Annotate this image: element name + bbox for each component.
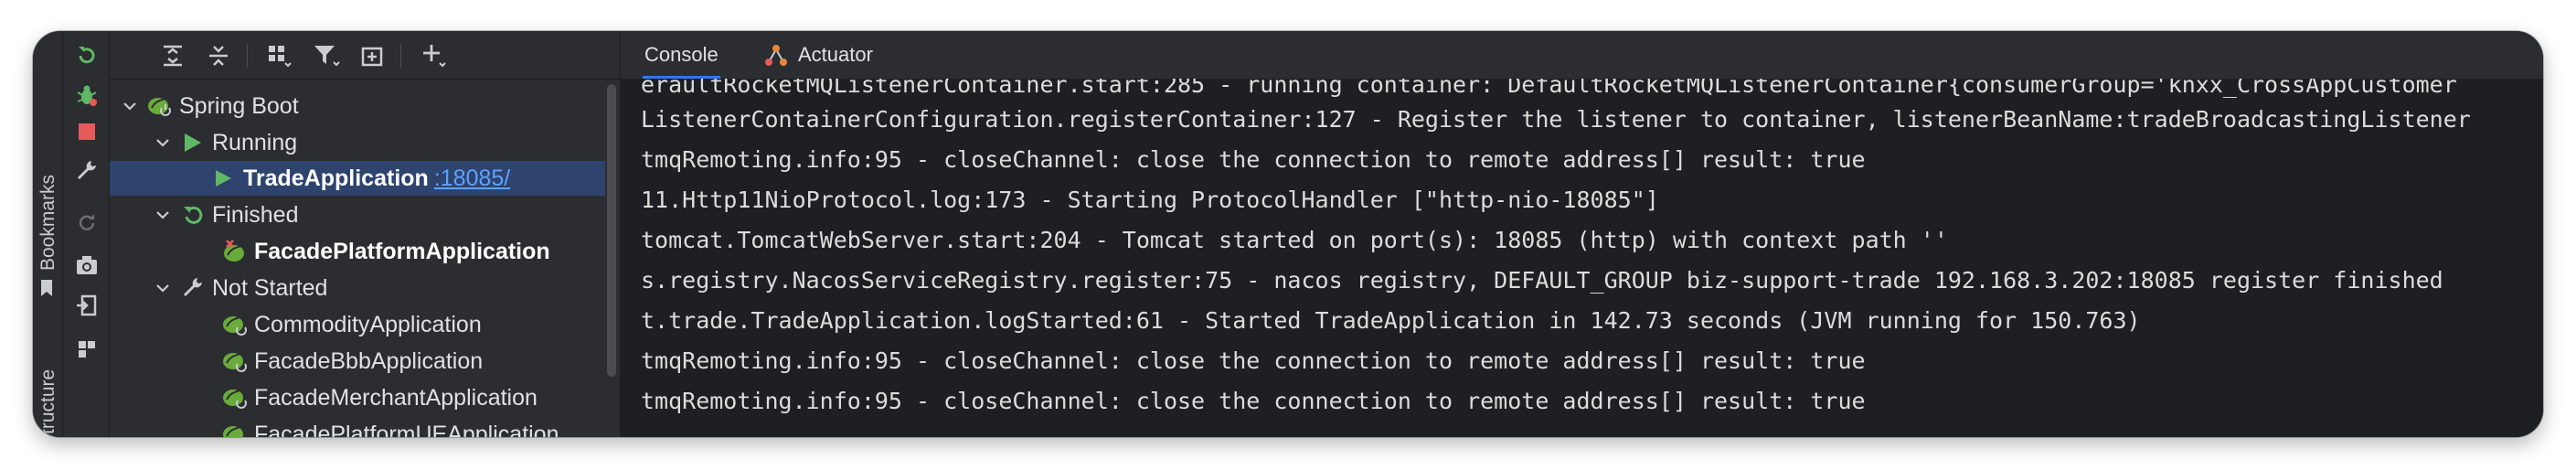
tree-node-not-started[interactable]: Not Started <box>110 271 605 305</box>
spring-boot-icon <box>223 390 247 409</box>
services-toolbar <box>110 31 620 80</box>
chevron-down-icon[interactable] <box>121 97 139 115</box>
rerun-icon <box>79 47 95 64</box>
spring-boot-error-icon <box>224 240 244 262</box>
group-by-button[interactable] <box>265 42 293 69</box>
spring-boot-icon <box>223 426 243 437</box>
services-tool-window: Bookmarks Structure Spring Boot Running … <box>33 31 2543 437</box>
add-window-icon <box>361 47 383 67</box>
services-tree: Spring Boot Running TradeApplication :18… <box>110 80 605 437</box>
spring-boot-icon <box>148 98 171 116</box>
grid-icon <box>79 341 95 358</box>
stop-icon <box>79 123 95 140</box>
bug-icon <box>77 85 97 106</box>
app-name: CommodityApplication <box>254 311 482 337</box>
app-name: FacadeMerchantApplication <box>254 384 538 411</box>
filter-icon <box>314 46 340 67</box>
camera-icon <box>77 256 97 274</box>
plus-icon <box>423 45 446 68</box>
tree-node-facade-bbb[interactable]: FacadeBbbApplication <box>110 344 605 379</box>
bookmarks-tab[interactable]: Bookmarks <box>37 175 59 271</box>
filter-button[interactable] <box>313 42 340 69</box>
log-line: tomcat.TomcatWebServer.start:204 - Tomca… <box>641 227 1948 253</box>
app-name: FacadePlatformUEApplication <box>254 421 559 438</box>
toolbar-separator <box>247 44 248 68</box>
tree-node-spring-boot[interactable]: Spring Boot <box>110 89 605 123</box>
tree-node-label: Spring Boot <box>179 92 299 119</box>
tree-node-trade-application[interactable]: TradeApplication :18085/ <box>110 161 605 196</box>
console-tabs: Console Actuator <box>621 31 2543 80</box>
log-line: 11.Http11NioProtocol.log:173 - Starting … <box>641 187 1659 213</box>
console-panel: Console Actuator eraultRocketMQListenerC… <box>621 31 2543 437</box>
log-line: s.registry.NacosServiceRegistry.register… <box>641 267 2443 294</box>
exit-icon <box>77 294 97 316</box>
actions-toolbar <box>63 31 110 437</box>
log-line: tmqRemoting.info:95 - closeChannel: clos… <box>641 347 1866 374</box>
app-name: TradeApplication <box>243 165 429 191</box>
group-by-icon <box>269 46 292 68</box>
wrench-icon <box>184 278 202 296</box>
restore-button[interactable] <box>74 210 100 236</box>
actuator-icon <box>765 45 787 66</box>
tree-scrollbar[interactable] <box>607 84 616 377</box>
rerun-icon <box>184 206 203 224</box>
refresh-icon <box>79 214 95 230</box>
services-panel: Spring Boot Running TradeApplication :18… <box>110 31 621 437</box>
chevron-down-icon[interactable] <box>154 134 172 152</box>
chevron-down-icon[interactable] <box>154 279 172 297</box>
port-link[interactable]: :18085/ <box>434 166 510 192</box>
rerun-button[interactable] <box>74 42 100 68</box>
log-line: ListenerContainerConfiguration.registerC… <box>641 106 2471 133</box>
tree-node-facade-merchant[interactable]: FacadeMerchantApplication <box>110 380 605 415</box>
tree-node-label: Finished <box>212 201 299 228</box>
settings-button[interactable] <box>74 157 100 183</box>
tree-node-label: Running <box>212 129 298 155</box>
debug-button[interactable] <box>74 82 100 108</box>
tab-actuator[interactable]: Actuator <box>763 31 873 79</box>
console-output[interactable]: eraultRocketMQListenerContainer.start:28… <box>641 79 2543 437</box>
wrench-icon <box>78 161 96 179</box>
structure-tab[interactable]: Structure <box>37 369 59 437</box>
log-line: eraultRocketMQListenerContainer.start:28… <box>641 79 2457 98</box>
tree-node-facade-platform[interactable]: FacadePlatformApplication <box>110 234 605 269</box>
tab-label: Actuator <box>798 43 873 66</box>
log-line: tmqRemoting.info:95 - closeChannel: clos… <box>641 388 1866 414</box>
tree-node-label: Not Started <box>212 274 328 301</box>
collapse-all-icon <box>209 46 228 66</box>
new-service-button[interactable] <box>358 42 386 69</box>
spring-boot-icon <box>223 316 247 336</box>
log-line: tmqRemoting.info:95 - closeChannel: clos… <box>641 146 1866 173</box>
toolbar-separator <box>400 44 401 68</box>
log-line: t.trade.TradeApplication.logStarted:61 -… <box>641 307 2141 334</box>
app-name: FacadeBbbApplication <box>254 347 484 374</box>
spring-boot-icon <box>223 353 247 372</box>
chevron-down-icon[interactable] <box>154 206 172 224</box>
bookmark-icon[interactable] <box>37 278 57 298</box>
add-button[interactable] <box>420 42 448 69</box>
tab-label: Console <box>644 43 719 66</box>
tab-console[interactable]: Console <box>643 31 720 79</box>
run-icon <box>216 170 231 187</box>
expand-all-button[interactable] <box>159 42 186 69</box>
tree-node-commodity[interactable]: CommodityApplication <box>110 307 605 342</box>
app-name: FacadePlatformApplication <box>254 238 550 264</box>
collapse-all-button[interactable] <box>205 42 232 69</box>
screenshot-button[interactable] <box>74 252 100 278</box>
exit-button[interactable] <box>74 293 100 318</box>
expand-all-icon <box>164 45 182 67</box>
layout-button[interactable] <box>74 336 100 362</box>
stop-button[interactable] <box>74 119 100 144</box>
left-tool-stripe: Bookmarks Structure <box>33 31 63 437</box>
tree-node-running[interactable]: Running <box>110 125 605 160</box>
tree-node-finished[interactable]: Finished <box>110 198 605 232</box>
run-icon <box>185 134 201 152</box>
tree-node-facade-platform-ue[interactable]: FacadePlatformUEApplication <box>110 417 605 437</box>
